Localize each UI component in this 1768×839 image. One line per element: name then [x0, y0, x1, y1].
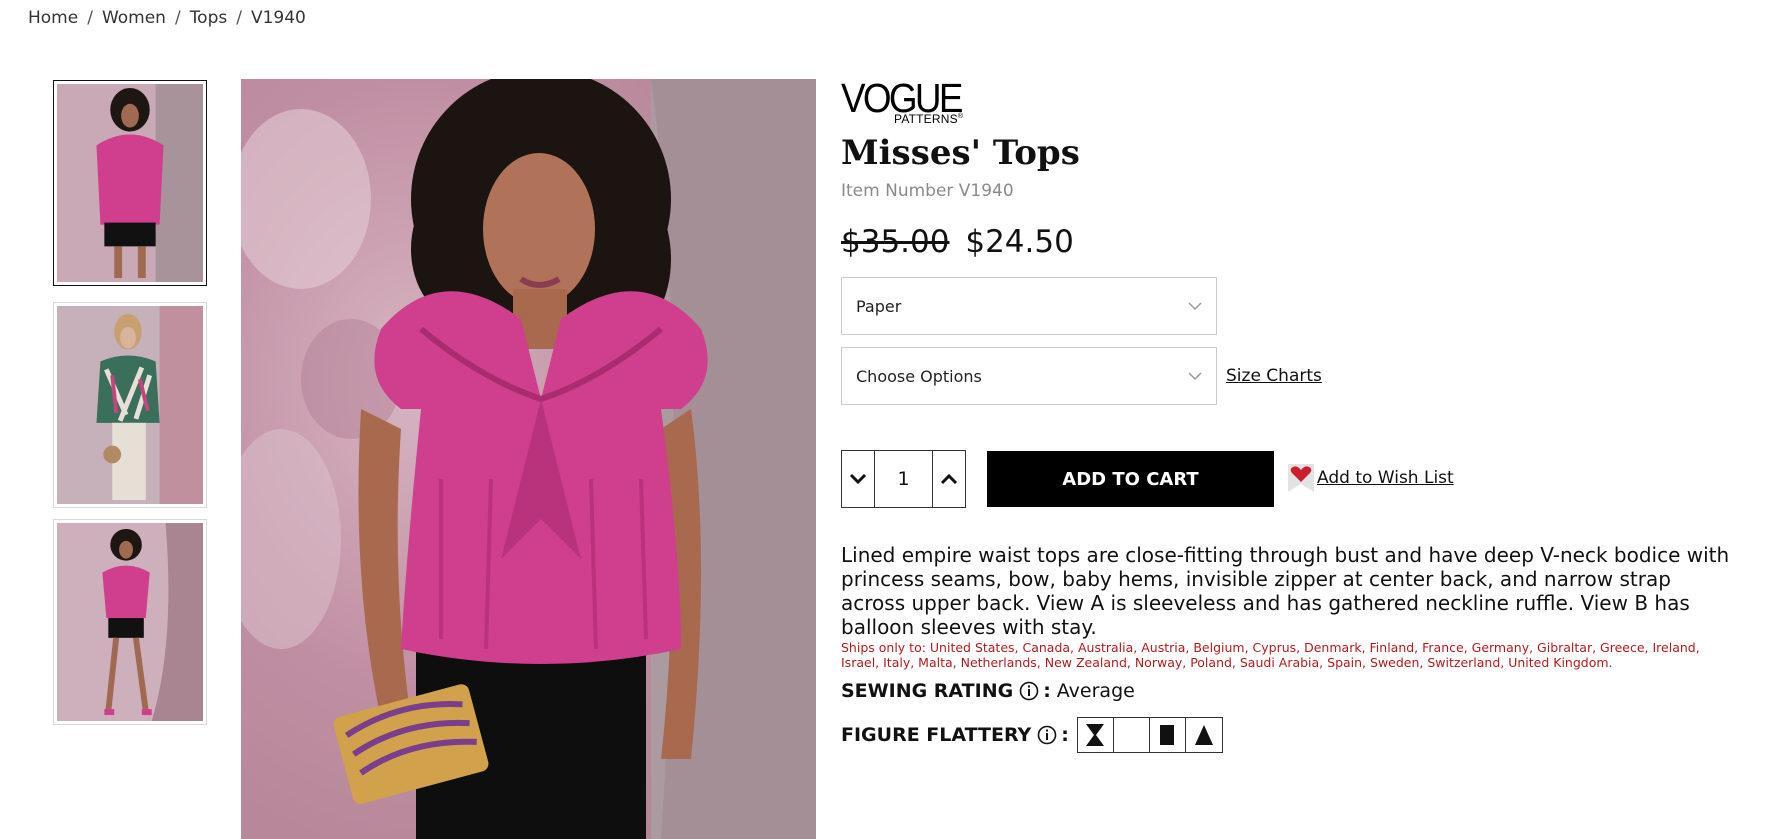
item-number: Item Number V1940 — [841, 181, 1014, 201]
rectangle-icon — [1160, 725, 1175, 745]
wish-list-label: Add to Wish List — [1317, 468, 1454, 488]
chevron-down-icon — [1188, 372, 1202, 381]
shipping-restrictions: Ships only to: United States, Canada, Au… — [841, 640, 1700, 670]
breadcrumb: Home / Women / Tops / V1940 — [28, 8, 306, 28]
thumbnail-3[interactable] — [53, 519, 207, 725]
size-charts-link[interactable]: Size Charts — [1226, 366, 1322, 386]
product-description: Lined empire waist tops are close-fittin… — [841, 543, 1730, 639]
figure-shape-empty — [1114, 718, 1150, 752]
sewing-rating: SEWING RATING : Average — [841, 680, 1135, 702]
vogue-patterns-logo: VOGUE PATTERNS® — [841, 75, 971, 128]
breadcrumb-separator: / — [87, 8, 93, 28]
sewing-rating-colon: : — [1043, 680, 1051, 702]
options-select-value: Choose Options — [856, 366, 982, 386]
format-select-value: Paper — [856, 296, 902, 316]
add-to-cart-button[interactable]: ADD TO CART — [987, 451, 1274, 507]
figure-shape-triangle — [1186, 718, 1222, 752]
quantity-decrease-button[interactable] — [842, 451, 875, 507]
product-title: Misses' Tops — [841, 133, 1080, 173]
figure-shape-hourglass — [1078, 718, 1114, 752]
thumbnail-image-pink-top — [57, 84, 203, 282]
breadcrumb-tops[interactable]: Tops — [190, 8, 228, 28]
thumbnail-image-full-body — [57, 523, 203, 721]
price-sale: $24.50 — [965, 224, 1074, 260]
info-icon[interactable] — [1019, 681, 1039, 701]
info-icon[interactable] — [1037, 725, 1057, 745]
model-wearing-pink-top — [241, 79, 816, 839]
logo-registered-mark: ® — [957, 113, 964, 120]
chevron-up-icon — [940, 473, 958, 485]
logo-vogue: VOGUE — [841, 75, 963, 121]
logo-patterns-text: PATTERNS — [894, 112, 958, 126]
options-select[interactable]: Choose Options — [841, 347, 1217, 405]
breadcrumb-separator: / — [174, 8, 181, 28]
sewing-rating-value: Average — [1056, 680, 1135, 702]
logo-patterns: PATTERNS® — [894, 112, 963, 126]
chevron-down-icon — [1188, 302, 1202, 311]
quantity-stepper — [841, 450, 966, 508]
breadcrumb-home[interactable]: Home — [28, 8, 78, 28]
quantity-input[interactable] — [875, 451, 932, 507]
add-to-wish-list-button[interactable]: Add to Wish List — [1288, 464, 1454, 492]
thumbnail-image-print-top — [57, 306, 203, 504]
format-select[interactable]: Paper — [841, 277, 1217, 335]
triangle-icon — [1194, 725, 1213, 745]
quantity-increase-button[interactable] — [932, 451, 965, 507]
main-product-image[interactable] — [241, 79, 816, 839]
figure-flattery-label: FIGURE FLATTERY — [841, 724, 1032, 746]
chevron-down-icon — [849, 473, 867, 485]
thumbnail-1[interactable] — [53, 80, 207, 286]
figure-shapes — [1076, 717, 1223, 753]
hourglass-icon — [1086, 724, 1105, 746]
sewing-rating-label: SEWING RATING — [841, 680, 1014, 702]
price: $35.00 $24.50 — [841, 224, 1074, 260]
figure-flattery-colon: : — [1061, 724, 1069, 746]
figure-shape-rectangle — [1150, 718, 1186, 752]
figure-flattery: FIGURE FLATTERY : — [841, 717, 1223, 753]
breadcrumb-separator: / — [236, 8, 242, 28]
price-original: $35.00 — [841, 224, 950, 260]
breadcrumb-women[interactable]: Women — [102, 8, 166, 28]
heart-icon — [1288, 464, 1314, 492]
breadcrumb-current: V1940 — [250, 8, 306, 28]
thumbnail-2[interactable] — [53, 302, 207, 508]
